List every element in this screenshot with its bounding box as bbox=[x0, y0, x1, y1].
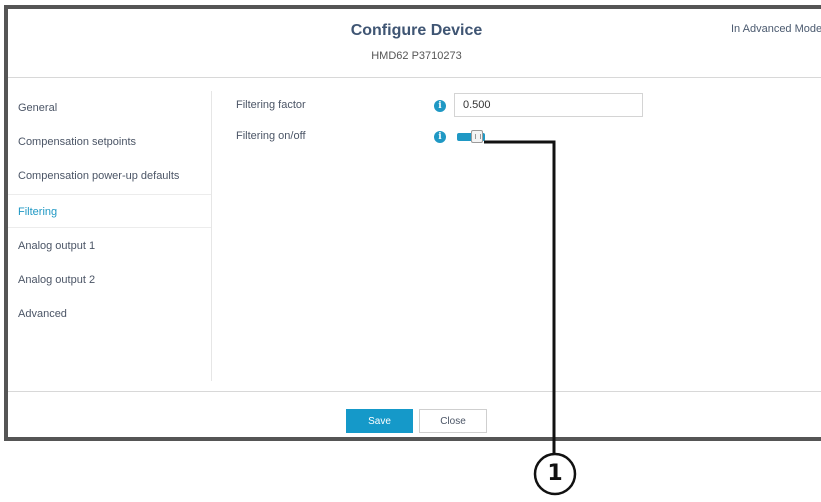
settings-nav: General Compensation setpoints Compensat… bbox=[8, 91, 212, 381]
nav-item-compensation-power-up-defaults[interactable]: Compensation power-up defaults bbox=[8, 159, 211, 193]
nav-item-analog-output-2[interactable]: Analog output 2 bbox=[8, 263, 211, 297]
configure-device-dialog: Configure Device HMD62 P3710273 In Advan… bbox=[4, 5, 821, 441]
mode-indicator: In Advanced Mode bbox=[731, 23, 821, 35]
filtering-toggle-switch[interactable] bbox=[457, 130, 487, 143]
info-icon[interactable]: i bbox=[434, 100, 446, 112]
toggle-knob[interactable] bbox=[471, 130, 483, 143]
callout-number: 1 bbox=[547, 461, 563, 486]
screenshot-stage: Configure Device HMD62 P3710273 In Advan… bbox=[0, 0, 821, 502]
info-icon[interactable]: i bbox=[434, 131, 446, 143]
device-identifier: HMD62 P3710273 bbox=[371, 50, 462, 62]
save-button[interactable]: Save bbox=[346, 409, 413, 433]
close-button[interactable]: Close bbox=[419, 409, 487, 433]
dialog-footer: Save Close bbox=[8, 391, 821, 442]
nav-item-filtering[interactable]: Filtering bbox=[8, 194, 211, 228]
filtering-factor-label: Filtering factor bbox=[236, 99, 306, 111]
nav-item-advanced[interactable]: Advanced bbox=[8, 297, 211, 331]
nav-item-general[interactable]: General bbox=[8, 91, 211, 125]
dialog-header: Configure Device HMD62 P3710273 In Advan… bbox=[8, 9, 821, 78]
nav-item-compensation-setpoints[interactable]: Compensation setpoints bbox=[8, 125, 211, 159]
filtering-factor-input[interactable] bbox=[454, 93, 643, 117]
filtering-settings-panel: Filtering factor i Filtering on/off i bbox=[236, 93, 806, 213]
nav-item-analog-output-1[interactable]: Analog output 1 bbox=[8, 229, 211, 263]
filtering-onoff-label: Filtering on/off bbox=[236, 130, 306, 142]
dialog-title: Configure Device bbox=[350, 22, 483, 39]
